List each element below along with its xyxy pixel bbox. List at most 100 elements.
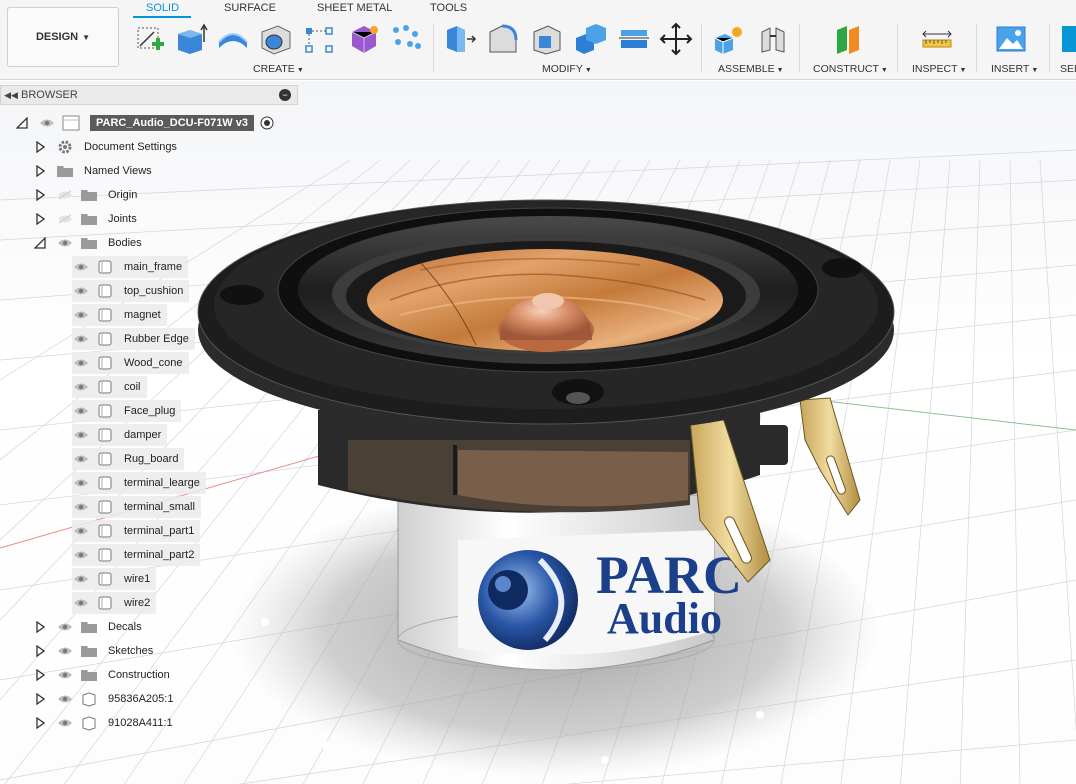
expand-icon[interactable]: [32, 619, 48, 635]
move-copy-icon[interactable]: [659, 22, 693, 56]
revolve-icon[interactable]: [216, 22, 250, 56]
expand-icon[interactable]: [32, 187, 48, 203]
minimize-panel-icon[interactable]: −: [279, 89, 291, 101]
expand-icon[interactable]: [32, 163, 48, 179]
tree-body-wire1[interactable]: wire1: [72, 568, 157, 590]
tab-sheet-metal[interactable]: SHEET METAL: [317, 2, 392, 14]
collapse-panel-icon[interactable]: ◀◀: [1, 90, 21, 101]
eye-hidden-icon[interactable]: [56, 212, 74, 226]
tree-body-rubber-edge[interactable]: Rubber Edge: [72, 328, 195, 350]
eye-icon[interactable]: [72, 404, 90, 418]
create-sketch-icon[interactable]: [132, 22, 166, 56]
tree-item-decals[interactable]: Decals: [32, 616, 142, 638]
eye-icon[interactable]: [72, 428, 90, 442]
derive-icon[interactable]: [388, 22, 422, 56]
eye-icon[interactable]: [72, 572, 90, 586]
eye-icon[interactable]: [56, 668, 74, 682]
tree-body-damper[interactable]: damper: [72, 424, 168, 446]
combine-icon[interactable]: [574, 22, 608, 56]
eye-icon[interactable]: [72, 380, 90, 394]
measure-icon[interactable]: [920, 22, 954, 56]
eye-icon[interactable]: [72, 356, 90, 370]
pattern-icon[interactable]: [302, 22, 336, 56]
eye-icon[interactable]: [72, 548, 90, 562]
construct-menu[interactable]: CONSTRUCT ▼: [813, 63, 888, 75]
tab-tools[interactable]: TOOLS: [430, 2, 467, 14]
shell-icon[interactable]: [530, 22, 564, 56]
eye-icon[interactable]: [56, 236, 74, 250]
eye-icon[interactable]: [72, 260, 90, 274]
tree-item-label: Origin: [108, 189, 138, 201]
assemble-menu[interactable]: ASSEMBLE ▼: [718, 63, 784, 75]
insert-menu[interactable]: INSERT ▼: [991, 63, 1038, 75]
eye-icon[interactable]: [72, 524, 90, 538]
eye-icon[interactable]: [56, 716, 74, 730]
tree-body-coil[interactable]: coil: [72, 376, 147, 398]
tree-body-main-frame[interactable]: main_frame: [72, 256, 189, 278]
eye-icon[interactable]: [72, 332, 90, 346]
tree-body-terminal-part1[interactable]: terminal_part1: [72, 520, 201, 542]
eye-icon[interactable]: [72, 500, 90, 514]
press-pull-icon[interactable]: [443, 22, 477, 56]
tree-body-face-plug[interactable]: Face_plug: [72, 400, 182, 422]
eye-icon[interactable]: [56, 620, 74, 634]
eye-icon[interactable]: [56, 644, 74, 658]
tree-item-bodies[interactable]: Bodies: [32, 232, 142, 254]
create-menu[interactable]: CREATE ▼: [253, 63, 304, 75]
select-menu[interactable]: SEL: [1060, 63, 1076, 75]
tab-surface[interactable]: SURFACE: [224, 2, 276, 14]
eye-icon[interactable]: [56, 692, 74, 706]
hole-icon[interactable]: [258, 22, 292, 56]
tree-item-joints[interactable]: Joints: [32, 208, 137, 230]
tree-body-terminal-small[interactable]: terminal_small: [72, 496, 201, 518]
workspace-switcher-button[interactable]: DESIGN ▼: [7, 7, 119, 67]
tree-root[interactable]: PARC_Audio_DCU-F071W v3: [14, 112, 274, 134]
tree-body-wood-cone[interactable]: Wood_cone: [72, 352, 189, 374]
tree-item-label: Document Settings: [84, 141, 177, 153]
split-body-icon[interactable]: [617, 22, 651, 56]
offset-plane-icon[interactable]: [831, 22, 865, 56]
tab-solid[interactable]: SOLID: [146, 2, 179, 14]
tree-item-construction[interactable]: Construction: [32, 664, 170, 686]
eye-icon[interactable]: [72, 284, 90, 298]
tree-item-named-views[interactable]: Named Views: [32, 160, 152, 182]
eye-hidden-icon[interactable]: [56, 188, 74, 202]
joint-icon[interactable]: [756, 22, 790, 56]
tree-item-label: magnet: [124, 309, 161, 321]
new-component-icon[interactable]: [711, 22, 745, 56]
component-icon: [80, 715, 98, 731]
tree-item-95836a205-1[interactable]: 95836A205:1: [32, 688, 173, 710]
eye-icon[interactable]: [72, 476, 90, 490]
body-icon: [96, 331, 114, 347]
tree-item-document-settings[interactable]: Document Settings: [32, 136, 177, 158]
eye-icon[interactable]: [38, 116, 56, 130]
tree-body-terminal-part2[interactable]: terminal_part2: [72, 544, 201, 566]
collapse-icon[interactable]: [14, 115, 30, 131]
tree-item-origin[interactable]: Origin: [32, 184, 137, 206]
fillet-icon[interactable]: [486, 22, 520, 56]
tree-item-91028a411-1[interactable]: 91028A411:1: [32, 712, 173, 734]
select-icon[interactable]: [1060, 22, 1076, 56]
tree-body-rug-board[interactable]: Rug_board: [72, 448, 185, 470]
expand-icon[interactable]: [32, 691, 48, 707]
inspect-menu[interactable]: INSPECT ▼: [912, 63, 966, 75]
create-form-icon[interactable]: [346, 22, 380, 56]
expand-icon[interactable]: [32, 643, 48, 659]
eye-icon[interactable]: [72, 452, 90, 466]
expand-icon[interactable]: [32, 715, 48, 731]
activate-radio-icon[interactable]: [260, 116, 274, 130]
tree-body-magnet[interactable]: magnet: [72, 304, 167, 326]
tree-item-sketches[interactable]: Sketches: [32, 640, 153, 662]
expand-icon[interactable]: [32, 139, 48, 155]
tree-body-terminal-learge[interactable]: terminal_learge: [72, 472, 206, 494]
eye-icon[interactable]: [72, 308, 90, 322]
extrude-icon[interactable]: [174, 22, 208, 56]
eye-icon[interactable]: [72, 596, 90, 610]
expand-icon[interactable]: [32, 211, 48, 227]
tree-body-wire2[interactable]: wire2: [72, 592, 157, 614]
insert-image-icon[interactable]: [994, 22, 1028, 56]
modify-menu[interactable]: MODIFY ▼: [542, 63, 592, 75]
expand-icon[interactable]: [32, 667, 48, 683]
tree-body-top-cushion[interactable]: top_cushion: [72, 280, 190, 302]
collapse-icon[interactable]: [32, 235, 48, 251]
